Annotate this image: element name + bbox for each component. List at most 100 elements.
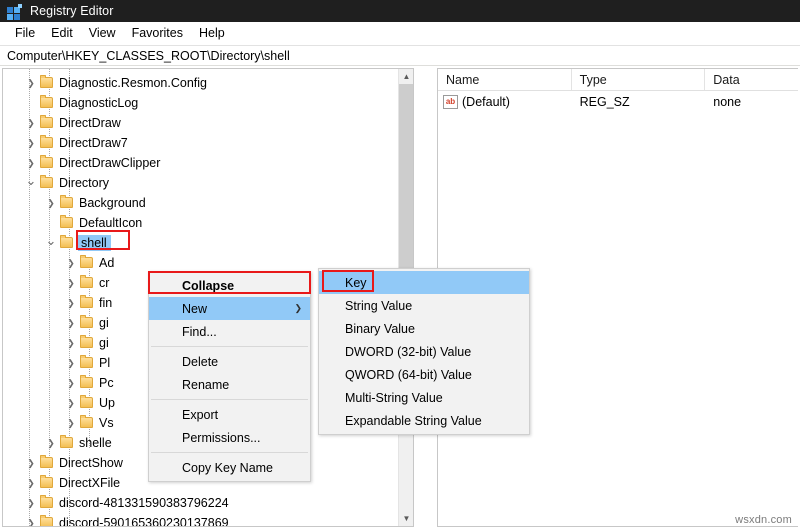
tree-item-background[interactable]: ❯Background bbox=[3, 193, 399, 213]
context-menu-separator bbox=[151, 346, 308, 347]
submenu-item-string-value[interactable]: String Value bbox=[319, 294, 529, 317]
submenu-item-label: QWORD (64-bit) Value bbox=[345, 368, 472, 382]
submenu-item-label: Multi-String Value bbox=[345, 391, 443, 405]
registry-editor-window: Registry Editor File Edit View Favorites… bbox=[0, 0, 800, 530]
registry-icon bbox=[7, 4, 22, 19]
submenu-item-label: Expandable String Value bbox=[345, 414, 482, 428]
tree-context-menu[interactable]: Collapse New❯Find... Delete Rename Export Per… bbox=[148, 271, 311, 482]
tree-item-label: gi bbox=[99, 336, 113, 350]
scroll-up-arrow-icon[interactable]: ▲ bbox=[399, 69, 414, 84]
tree-item-directdraw[interactable]: ❯DirectDraw bbox=[3, 113, 399, 133]
column-header-type[interactable]: Type bbox=[572, 69, 706, 90]
tree-expander-closed-icon[interactable]: ❯ bbox=[23, 493, 39, 513]
tree-expander-open-icon[interactable]: ⌄ bbox=[23, 171, 39, 191]
value-row-default[interactable]: ab (Default) REG_SZ none bbox=[438, 91, 798, 113]
context-menu-item-label: Collapse bbox=[182, 279, 234, 293]
tree-item-label: DirectXFile bbox=[59, 476, 124, 490]
tree-expander-closed-icon[interactable]: ❯ bbox=[23, 453, 39, 473]
context-menu-item-export[interactable]: Export bbox=[149, 403, 310, 426]
submenu-item-expandable-string-value[interactable]: Expandable String Value bbox=[319, 409, 529, 432]
folder-icon bbox=[79, 393, 95, 413]
tree-expander-closed-icon[interactable]: ❯ bbox=[63, 373, 79, 393]
context-menu-item-permissions[interactable]: Permissions... bbox=[149, 426, 310, 449]
menu-item-file[interactable]: File bbox=[7, 25, 43, 42]
values-header-row: Name Type Data bbox=[438, 69, 798, 91]
tree-item-discord-481331590383796224[interactable]: ❯ discord-481331590383796224 bbox=[3, 493, 399, 513]
tree-expander-closed-icon[interactable]: ❯ bbox=[43, 433, 59, 453]
menu-item-help[interactable]: Help bbox=[191, 25, 233, 42]
tree-item-label: Directory bbox=[59, 176, 113, 190]
context-menu-item-label: Rename bbox=[182, 378, 229, 392]
folder-icon bbox=[79, 373, 95, 393]
tree-expander-closed-icon[interactable]: ❯ bbox=[63, 333, 79, 353]
context-menu-item-find[interactable]: Find... bbox=[149, 320, 310, 343]
tree-expander-closed-icon[interactable]: ❯ bbox=[63, 413, 79, 433]
context-menu-item-new[interactable]: New❯ bbox=[149, 297, 310, 320]
menu-item-view[interactable]: View bbox=[81, 25, 124, 42]
tree-expander-empty bbox=[23, 93, 39, 113]
folder-icon bbox=[59, 213, 75, 233]
folder-icon bbox=[39, 173, 55, 193]
watermark: wsxdn.com bbox=[735, 514, 792, 526]
tree-expander-closed-icon[interactable]: ❯ bbox=[63, 393, 79, 413]
folder-icon bbox=[39, 493, 55, 513]
folder-icon bbox=[59, 193, 75, 213]
submenu-item-key[interactable]: Key bbox=[319, 271, 529, 294]
tree-expander-closed-icon[interactable]: ❯ bbox=[63, 313, 79, 333]
tree-expander-closed-icon[interactable]: ❯ bbox=[63, 353, 79, 373]
tree-item-label: shelle bbox=[79, 436, 116, 450]
tree-expander-closed-icon[interactable]: ❯ bbox=[23, 513, 39, 526]
scroll-down-arrow-icon[interactable]: ▼ bbox=[399, 511, 414, 526]
tree-item-directory[interactable]: ⌄ Directory bbox=[3, 173, 399, 193]
tree-expander-closed-icon[interactable]: ❯ bbox=[43, 193, 59, 213]
submenu-item-label: Binary Value bbox=[345, 322, 415, 336]
tree-item-label: discord-481331590383796224 bbox=[59, 496, 233, 510]
context-menu-item-rename[interactable]: Rename bbox=[149, 373, 310, 396]
tree-expander-closed-icon[interactable]: ❯ bbox=[63, 293, 79, 313]
address-bar[interactable]: Computer\HKEY_CLASSES_ROOT\Directory\she… bbox=[0, 45, 800, 66]
submenu-item-label: String Value bbox=[345, 299, 412, 313]
submenu-item-qword-64-bit-value[interactable]: QWORD (64-bit) Value bbox=[319, 363, 529, 386]
folder-icon bbox=[79, 293, 95, 313]
tree-item-defaulticon[interactable]: DefaultIcon bbox=[3, 213, 399, 233]
tree-item-shell[interactable]: ⌄shell bbox=[3, 233, 399, 253]
context-menu-item-label: New bbox=[182, 302, 207, 316]
value-name-cell: ab (Default) bbox=[438, 95, 572, 109]
submenu-item-binary-value[interactable]: Binary Value bbox=[319, 317, 529, 340]
new-submenu[interactable]: Key String Value Binary Value DWORD (32-bit… bbox=[318, 268, 530, 435]
tree-item-label: DiagnosticLog bbox=[59, 96, 142, 110]
tree-item-label: Diagnostic.Resmon.Config bbox=[59, 76, 211, 90]
ab-string-icon: ab bbox=[443, 95, 458, 109]
tree-item-directdrawclipper[interactable]: ❯DirectDrawClipper bbox=[3, 153, 399, 173]
submenu-item-multi-string-value[interactable]: Multi-String Value bbox=[319, 386, 529, 409]
tree-item-diagnosticlog[interactable]: DiagnosticLog bbox=[3, 93, 399, 113]
menu-item-favorites[interactable]: Favorites bbox=[124, 25, 191, 42]
context-menu-item-label: Permissions... bbox=[182, 431, 261, 445]
tree-item-directdraw7[interactable]: ❯DirectDraw7 bbox=[3, 133, 399, 153]
tree-item-label: Pc bbox=[99, 376, 118, 390]
column-header-data[interactable]: Data bbox=[705, 69, 798, 90]
folder-icon bbox=[79, 313, 95, 333]
tree-expander-closed-icon[interactable]: ❯ bbox=[23, 133, 39, 153]
tree-expander-closed-icon[interactable]: ❯ bbox=[23, 113, 39, 133]
folder-icon bbox=[79, 253, 95, 273]
tree-expander-closed-icon[interactable]: ❯ bbox=[23, 73, 39, 93]
tree-item-label: fin bbox=[99, 296, 116, 310]
tree-item-label: gi bbox=[99, 316, 113, 330]
menu-item-edit[interactable]: Edit bbox=[43, 25, 81, 42]
context-menu-item-delete[interactable]: Delete bbox=[149, 350, 310, 373]
tree-expander-closed-icon[interactable]: ❯ bbox=[63, 253, 79, 273]
submenu-item-dword-32-bit-value[interactable]: DWORD (32-bit) Value bbox=[319, 340, 529, 363]
tree-item-diagnostic-resmon-config[interactable]: ❯ Diagnostic.Resmon.Config bbox=[3, 73, 399, 93]
context-menu-item-copy-key-name[interactable]: Copy Key Name bbox=[149, 456, 310, 479]
tree-expander-open-icon[interactable]: ⌄ bbox=[43, 231, 59, 251]
folder-icon bbox=[39, 453, 55, 473]
context-menu-item-collapse[interactable]: Collapse bbox=[149, 274, 310, 297]
tree-item-discord-590165360230137869[interactable]: ❯discord-590165360230137869 bbox=[3, 513, 399, 526]
tree-expander-closed-icon[interactable]: ❯ bbox=[63, 273, 79, 293]
folder-icon bbox=[59, 433, 75, 453]
tree-expander-closed-icon[interactable]: ❯ bbox=[23, 473, 39, 493]
column-header-name[interactable]: Name bbox=[438, 69, 572, 90]
menu-bar: File Edit View Favorites Help bbox=[0, 22, 800, 44]
tree-item-label: Up bbox=[99, 396, 119, 410]
